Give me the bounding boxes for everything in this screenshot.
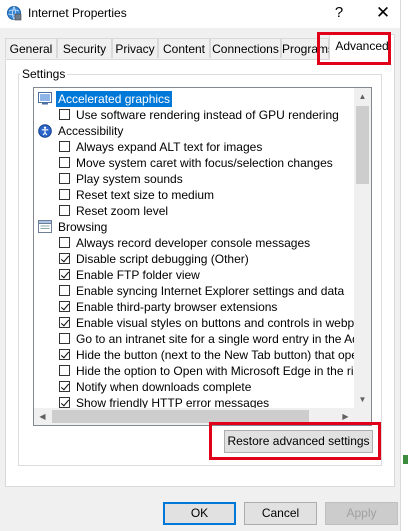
settings-option[interactable]: Always record developer console messages	[34, 235, 354, 251]
option-checkbox[interactable]	[59, 349, 70, 360]
display-icon	[38, 92, 52, 105]
help-button[interactable]: ?	[330, 3, 348, 23]
edge-indicator	[403, 455, 408, 464]
settings-option[interactable]: Play system sounds	[34, 171, 354, 187]
scroll-down-arrow-icon[interactable]: ▼	[354, 391, 371, 408]
option-checkbox[interactable]	[59, 301, 70, 312]
vertical-scrollbar[interactable]: ▲ ▼	[354, 88, 371, 408]
settings-option[interactable]: Always expand ALT text for images	[34, 139, 354, 155]
settings-option[interactable]: Reset text size to medium	[34, 187, 354, 203]
settings-option[interactable]: Go to an intranet site for a single word…	[34, 331, 371, 347]
settings-option[interactable]: Hide the option to Open with Microsoft E…	[34, 363, 371, 379]
option-label: Enable third-party browser extensions	[76, 300, 278, 314]
title-bar: Internet Properties ? ✕	[0, 0, 409, 28]
option-label: Enable syncing Internet Explorer setting…	[76, 284, 345, 298]
close-button[interactable]: ✕	[370, 3, 396, 23]
option-label: Disable script debugging (Other)	[76, 252, 249, 266]
highlight-advanced-tab	[317, 32, 391, 65]
vertical-scroll-thumb[interactable]	[356, 106, 369, 184]
option-label: Hide the option to Open with Microsoft E…	[76, 364, 372, 378]
settings-group-label: Settings	[20, 67, 68, 81]
category-label: Accessibility	[58, 124, 124, 138]
settings-option[interactable]: Use software rendering instead of GPU re…	[34, 107, 354, 123]
settings-category[interactable]: Accelerated graphics	[34, 91, 354, 107]
window-edge	[400, 0, 409, 531]
option-checkbox[interactable]	[59, 109, 70, 120]
option-checkbox[interactable]	[59, 173, 70, 184]
tab-privacy[interactable]: Privacy	[112, 38, 158, 58]
settings-category[interactable]: Accessibility	[34, 123, 354, 139]
category-label: Accelerated graphics	[56, 91, 173, 107]
settings-option[interactable]: Hide the button (next to the New Tab but…	[34, 347, 371, 363]
option-checkbox[interactable]	[59, 253, 70, 264]
option-checkbox[interactable]	[59, 317, 70, 328]
option-label: Enable visual styles on buttons and cont…	[76, 316, 372, 330]
option-label: Move system caret with focus/selection c…	[76, 156, 333, 170]
option-label: Notify when downloads complete	[76, 380, 252, 394]
option-checkbox[interactable]	[59, 381, 70, 392]
option-label: Reset text size to medium	[76, 188, 215, 202]
settings-option[interactable]: Enable FTP folder view	[34, 267, 354, 283]
option-checkbox[interactable]	[59, 157, 70, 168]
tab-content[interactable]: Content	[158, 38, 210, 58]
settings-option[interactable]: Notify when downloads complete	[34, 379, 354, 395]
settings-option[interactable]: Move system caret with focus/selection c…	[34, 155, 354, 171]
highlight-restore-button	[209, 422, 381, 460]
option-label: Go to an intranet site for a single word…	[76, 332, 372, 346]
option-checkbox[interactable]	[59, 365, 70, 376]
option-label: Always record developer console messages	[76, 236, 311, 250]
option-label: Hide the button (next to the New Tab but…	[76, 348, 371, 362]
option-checkbox[interactable]	[59, 397, 70, 408]
tab-general[interactable]: General	[5, 38, 57, 58]
option-label: Reset zoom level	[76, 204, 169, 218]
option-checkbox[interactable]	[59, 237, 70, 248]
ok-button[interactable]: OK	[163, 502, 236, 525]
internet-properties-icon	[7, 6, 22, 21]
option-checkbox[interactable]	[59, 189, 70, 200]
option-label: Always expand ALT text for images	[76, 140, 263, 154]
option-checkbox[interactable]	[59, 269, 70, 280]
option-checkbox[interactable]	[59, 333, 70, 344]
settings-option[interactable]: Disable script debugging (Other)	[34, 251, 354, 267]
option-checkbox[interactable]	[59, 141, 70, 152]
settings-option[interactable]: Enable third-party browser extensions	[34, 299, 354, 315]
category-label: Browsing	[58, 220, 108, 234]
option-label: Enable FTP folder view	[76, 268, 200, 282]
tab-connections[interactable]: Connections	[210, 38, 281, 58]
scroll-left-arrow-icon[interactable]: ◀	[34, 408, 51, 425]
option-label: Use software rendering instead of GPU re…	[76, 108, 339, 122]
scroll-up-arrow-icon[interactable]: ▲	[354, 88, 371, 105]
settings-option[interactable]: Enable syncing Internet Explorer setting…	[34, 283, 354, 299]
tab-security[interactable]: Security	[57, 38, 112, 58]
settings-option[interactable]: Reset zoom level	[34, 203, 354, 219]
settings-option[interactable]: Enable visual styles on buttons and cont…	[34, 315, 371, 331]
apply-button[interactable]: Apply	[325, 502, 398, 525]
window-title: Internet Properties	[28, 6, 127, 20]
settings-tree[interactable]: Accelerated graphics Use software renderi…	[33, 87, 372, 426]
option-label: Play system sounds	[76, 172, 183, 186]
option-checkbox[interactable]	[59, 205, 70, 216]
browsing-icon	[38, 220, 52, 233]
settings-category[interactable]: Browsing	[34, 219, 354, 235]
cancel-button[interactable]: Cancel	[244, 502, 317, 525]
accessibility-icon	[38, 124, 52, 138]
option-checkbox[interactable]	[59, 285, 70, 296]
